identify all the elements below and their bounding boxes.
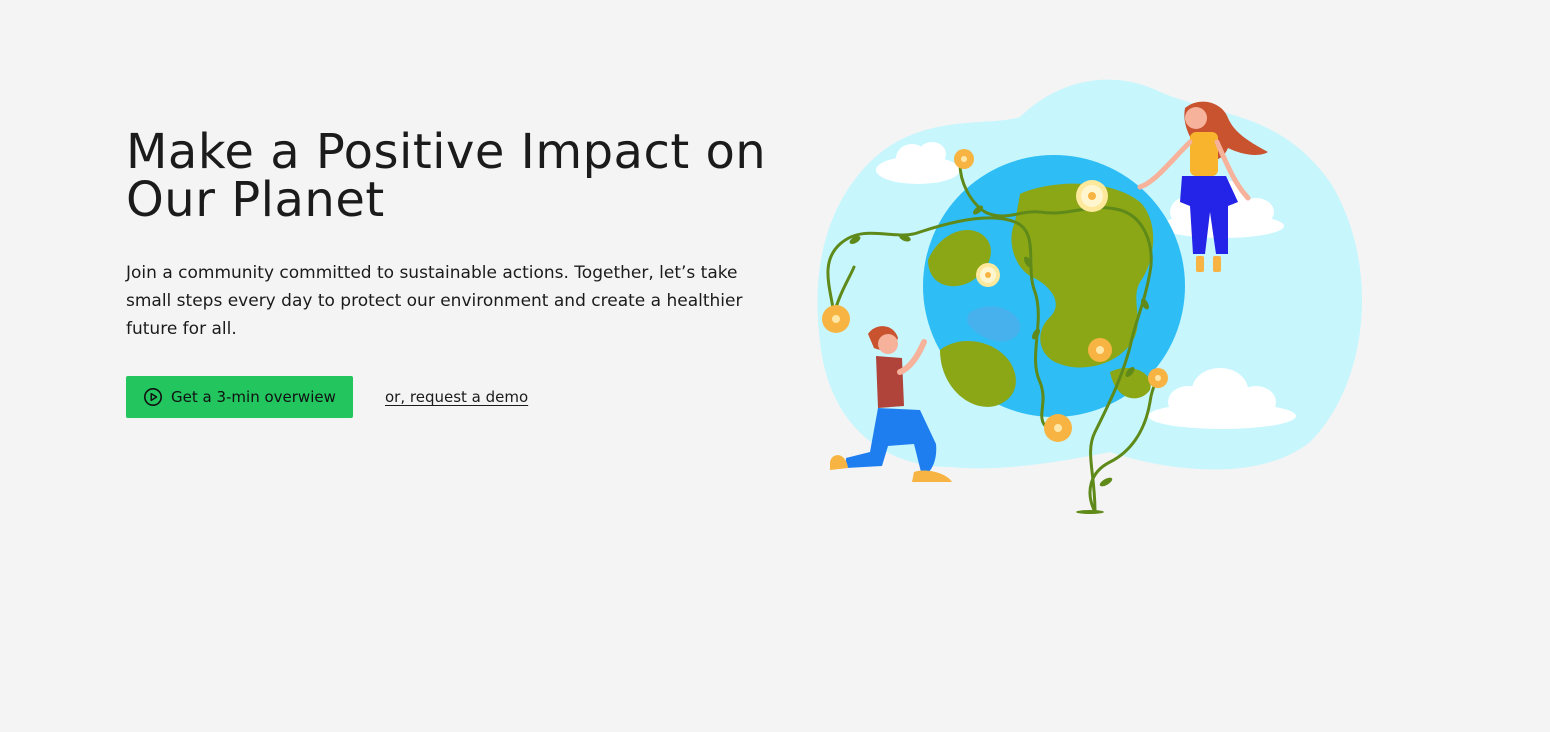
overview-video-button-label: Get a 3-min overwiew [171,388,336,406]
hero-text-block: Make a Positive Impact on Our Planet Joi… [126,128,786,418]
hero-description: Join a community committed to sustainabl… [126,263,743,339]
request-demo-link[interactable]: or, request a demo [385,388,528,406]
hero-title-line-1: Make a Positive Impact on [126,124,767,180]
play-circle-icon [143,387,163,407]
hero-title-line-2: Our Planet [126,172,385,228]
hero-illustration [810,72,1370,522]
cta-row: Get a 3-min overwiew or, request a demo [126,376,786,418]
overview-video-button[interactable]: Get a 3-min overwiew [126,376,353,418]
hero-title: Make a Positive Impact on Our Planet [126,128,786,224]
